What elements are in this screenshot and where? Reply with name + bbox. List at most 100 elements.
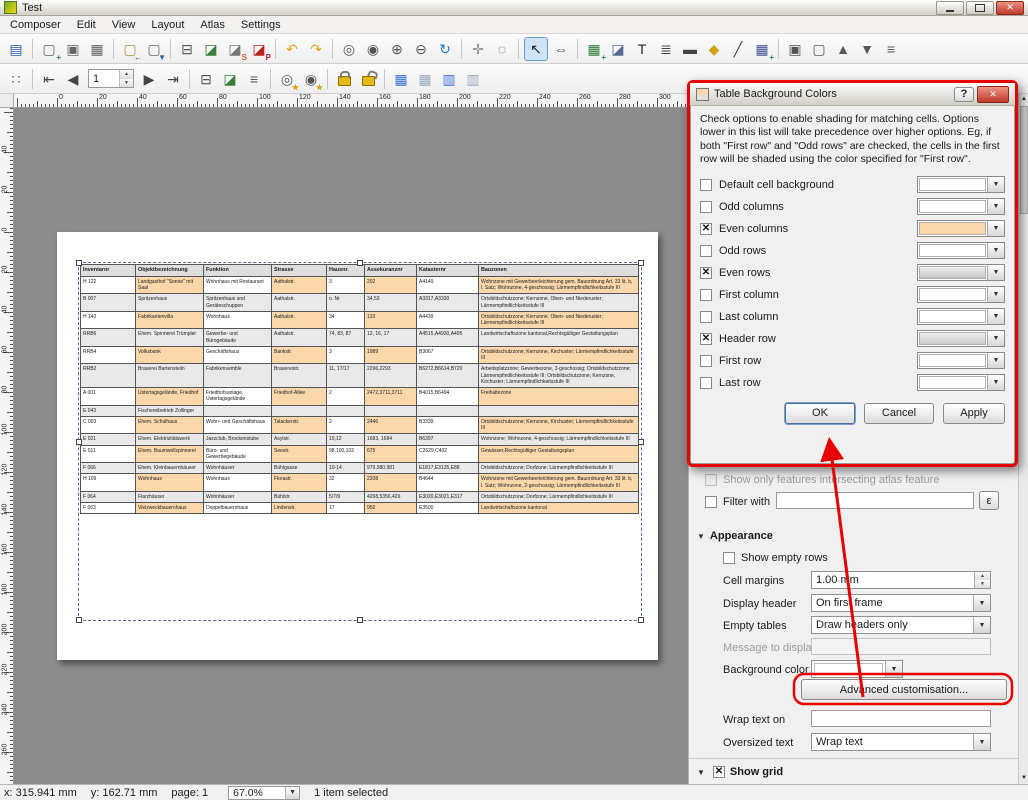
color-dropdown[interactable]: ▼: [917, 220, 1005, 237]
display-header-dropdown[interactable]: On first frame ▼: [811, 594, 991, 612]
color-dropdown[interactable]: ▼: [917, 374, 1005, 391]
spin-arrows-icon[interactable]: ▲▼: [974, 572, 990, 588]
menu-atlas[interactable]: Atlas: [192, 17, 232, 33]
atlas-previous-feature-icon[interactable]: ◀: [62, 68, 84, 90]
scroll-up-icon[interactable]: ▲: [1020, 95, 1028, 104]
menu-layout[interactable]: Layout: [143, 17, 192, 33]
add-image-icon[interactable]: ◪: [607, 38, 629, 60]
smart-guides-icon[interactable]: ▥: [462, 68, 484, 90]
oversized-text-dropdown[interactable]: Wrap text ▼: [811, 733, 991, 751]
zoom-to-atlas-feature-icon[interactable]: ◎★: [276, 68, 298, 90]
wrap-text-input[interactable]: [811, 710, 991, 727]
checkbox-unchecked[interactable]: [700, 289, 712, 301]
panel-scrollbar[interactable]: ▲ ▼: [1018, 94, 1028, 784]
add-shape-icon[interactable]: ◆: [703, 38, 725, 60]
show-grid-checkbox[interactable]: [713, 766, 725, 778]
apply-button[interactable]: Apply: [943, 403, 1005, 424]
spin-arrows-icon[interactable]: ▲▼: [119, 70, 133, 87]
checkbox-unchecked[interactable]: [700, 377, 712, 389]
checkbox-unchecked[interactable]: [700, 355, 712, 367]
menu-edit[interactable]: Edit: [69, 17, 104, 33]
export-pdf-icon[interactable]: ◪P: [248, 38, 270, 60]
color-dropdown[interactable]: ▼: [917, 242, 1005, 259]
color-dropdown[interactable]: ▼: [917, 330, 1005, 347]
dialog-titlebar[interactable]: Table Background Colors ? ✕: [690, 83, 1015, 106]
add-map-icon[interactable]: ▦+: [583, 38, 605, 60]
advanced-customisation-button[interactable]: Advanced customisation...: [801, 679, 1007, 700]
color-dropdown[interactable]: ▼: [917, 352, 1005, 369]
show-guides-icon[interactable]: ▥: [438, 68, 460, 90]
close-button[interactable]: ✕: [996, 1, 1024, 15]
scroll-down-icon[interactable]: ▼: [1020, 774, 1028, 783]
cancel-button[interactable]: Cancel: [864, 403, 934, 424]
lock-items-icon[interactable]: [333, 68, 355, 90]
selection-handle[interactable]: [76, 439, 82, 445]
show-grid-icon[interactable]: ▦: [414, 68, 436, 90]
collapse-arrow-icon[interactable]: ▼: [697, 532, 705, 541]
group-items-icon[interactable]: ▣: [784, 38, 806, 60]
minimize-button[interactable]: [936, 1, 964, 15]
select-move-item-icon[interactable]: ↖: [524, 37, 548, 61]
color-dropdown[interactable]: ▼: [917, 176, 1005, 193]
lower-items-icon[interactable]: ▼: [856, 38, 878, 60]
dialog-close-button[interactable]: ✕: [977, 86, 1009, 103]
new-composition-icon[interactable]: ▢+: [38, 38, 60, 60]
atlas-settings-icon[interactable]: ≡: [243, 68, 265, 90]
selection-handle[interactable]: [357, 260, 363, 266]
item-properties-grid-icon[interactable]: ∷: [5, 68, 27, 90]
maximize-button[interactable]: [966, 1, 994, 15]
raise-items-icon[interactable]: ▲: [832, 38, 854, 60]
move-item-content-icon[interactable]: ⇔: [550, 38, 572, 60]
export-svg-icon[interactable]: ◪S: [224, 38, 246, 60]
atlas-next-feature-icon[interactable]: ▶: [138, 68, 160, 90]
selection-handle[interactable]: [638, 617, 644, 623]
refresh-view-icon[interactable]: ↻: [434, 38, 456, 60]
table-selection-frame[interactable]: [78, 262, 642, 621]
background-color-dropdown[interactable]: ▼: [811, 660, 903, 678]
ungroup-items-icon[interactable]: ▢: [808, 38, 830, 60]
expression-button[interactable]: ε: [979, 491, 999, 510]
add-table-icon[interactable]: ▦+: [751, 38, 773, 60]
undo-icon[interactable]: ↶: [281, 38, 303, 60]
zoom-full-icon[interactable]: ◎: [338, 38, 360, 60]
selection-handle[interactable]: [638, 439, 644, 445]
export-atlas-icon[interactable]: ◪: [219, 68, 241, 90]
duplicate-composition-icon[interactable]: ▣: [62, 38, 84, 60]
export-image-icon[interactable]: ◪: [200, 38, 222, 60]
redo-icon[interactable]: ↷: [305, 38, 327, 60]
save-project-icon[interactable]: ▤: [5, 38, 27, 60]
save-as-template-icon[interactable]: ▢▼: [143, 38, 165, 60]
selection-handle[interactable]: [638, 260, 644, 266]
add-scalebar-icon[interactable]: ▬: [679, 38, 701, 60]
load-from-template-icon[interactable]: ▢←: [119, 38, 141, 60]
checkbox-checked[interactable]: [700, 333, 712, 345]
atlas-first-feature-icon[interactable]: ⇤: [38, 68, 60, 90]
ok-button[interactable]: OK: [785, 403, 855, 424]
align-items-icon[interactable]: ≡: [880, 38, 902, 60]
checkbox-checked[interactable]: [700, 267, 712, 279]
checkbox-unchecked[interactable]: [700, 245, 712, 257]
add-legend-icon[interactable]: ≣: [655, 38, 677, 60]
preview-atlas-icon[interactable]: ◉★: [300, 68, 322, 90]
dialog-help-button[interactable]: ?: [954, 87, 974, 102]
checkbox-unchecked[interactable]: [700, 201, 712, 213]
color-dropdown[interactable]: ▼: [917, 264, 1005, 281]
scrollbar-thumb[interactable]: [1020, 106, 1028, 214]
menu-view[interactable]: View: [104, 17, 144, 33]
menu-settings[interactable]: Settings: [233, 17, 289, 33]
color-dropdown[interactable]: ▼: [917, 308, 1005, 325]
collapse-arrow-icon[interactable]: ▼: [697, 768, 705, 777]
atlas-intersect-checkbox[interactable]: [705, 474, 717, 486]
show-empty-rows-checkbox[interactable]: [723, 552, 735, 564]
composition-manager-icon[interactable]: ▦: [86, 38, 108, 60]
print-atlas-icon[interactable]: ⊟: [195, 68, 217, 90]
unlock-items-icon[interactable]: [357, 68, 379, 90]
checkbox-checked[interactable]: [700, 223, 712, 235]
selection-handle[interactable]: [357, 617, 363, 623]
atlas-feature-spinbox[interactable]: 1▲▼: [88, 69, 134, 88]
color-dropdown[interactable]: ▼: [917, 286, 1005, 303]
pan-icon[interactable]: ✛: [467, 38, 489, 60]
checkbox-unchecked[interactable]: [700, 179, 712, 191]
atlas-last-feature-icon[interactable]: ⇥: [162, 68, 184, 90]
color-dropdown[interactable]: ▼: [917, 198, 1005, 215]
